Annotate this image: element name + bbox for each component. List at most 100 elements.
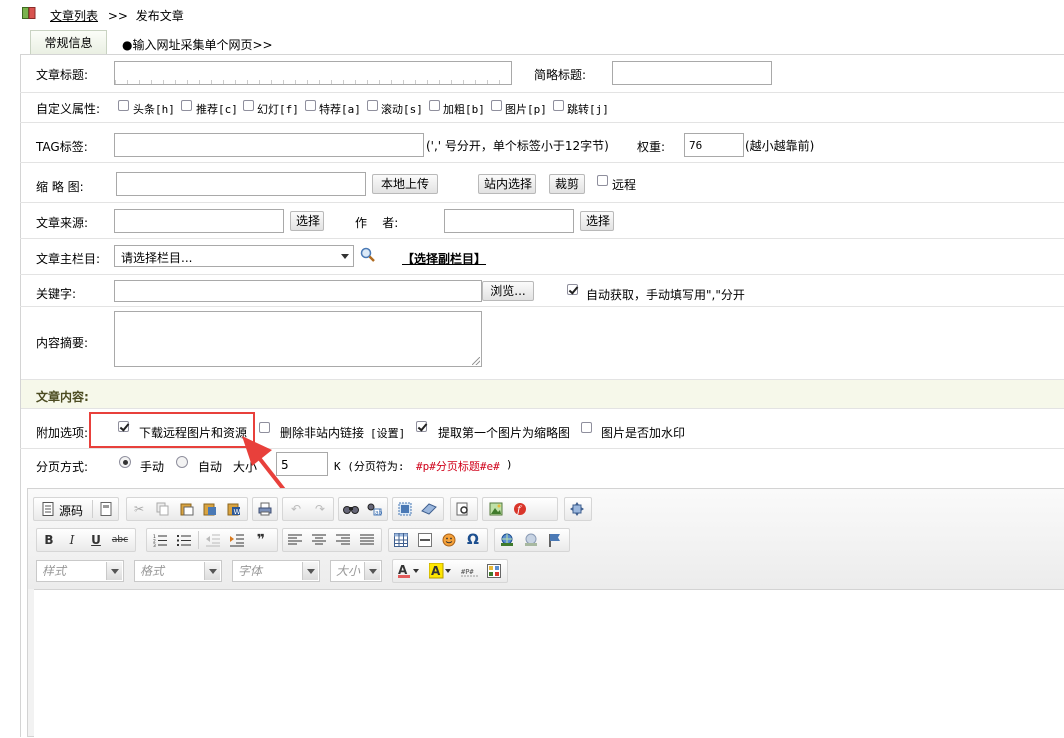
align-center-icon[interactable] (309, 530, 329, 550)
indent-icon[interactable] (227, 530, 247, 550)
smiley-icon[interactable] (439, 530, 459, 550)
attr-checkbox-b[interactable] (429, 100, 440, 111)
print-icon[interactable] (255, 499, 275, 519)
anchor-flag-icon[interactable] (545, 530, 565, 550)
author-input[interactable] (444, 209, 574, 233)
style-combo[interactable]: 样式 (36, 560, 124, 582)
attr-label-s: 滚动[s] (381, 103, 423, 116)
breadcrumb-list-link[interactable]: 文章列表 (50, 9, 98, 23)
attr-checkbox-c[interactable] (181, 100, 192, 111)
column-select[interactable]: 请选择栏目... (114, 245, 354, 267)
attr-label-b: 加粗[b] (443, 103, 485, 116)
undo-icon[interactable]: ↶ (286, 499, 306, 519)
svg-text:A: A (431, 564, 441, 578)
tab-general[interactable]: 常规信息 (30, 30, 107, 55)
remote-checkbox[interactable] (597, 175, 608, 186)
table-icon[interactable] (391, 530, 411, 550)
paste-text-icon[interactable] (200, 499, 220, 519)
sub-column-link[interactable]: 【选择副栏目】 (402, 250, 486, 267)
bulleted-list-icon[interactable] (174, 530, 194, 550)
paging-auto-radio[interactable] (176, 456, 188, 468)
attr-checkbox-s[interactable] (367, 100, 378, 111)
image-icon[interactable] (486, 499, 506, 519)
editor-content-area[interactable] (34, 589, 1064, 738)
title-label: 文章标题: (36, 68, 89, 82)
first-thumb-checkbox[interactable] (416, 421, 427, 432)
text-color-icon[interactable]: A (396, 561, 422, 581)
copy-icon[interactable] (153, 499, 173, 519)
bold-icon[interactable]: B (39, 530, 59, 550)
author-select-button[interactable]: 选择 (580, 211, 614, 231)
attr-checkbox-p[interactable] (491, 100, 502, 111)
settings-link[interactable]: [设置] (370, 425, 405, 441)
breadcrumb: 文章列表 >> 发布文章 (50, 7, 184, 24)
crop-button[interactable]: 裁剪 (549, 174, 585, 194)
italic-icon[interactable]: I (62, 530, 82, 550)
tab-collect-url[interactable]: ●输入网址采集单个网页>> (122, 36, 273, 53)
font-combo[interactable]: 字体 (232, 560, 320, 582)
attr-checkbox-f[interactable] (243, 100, 254, 111)
site-select-button[interactable]: 站内选择 (478, 174, 536, 194)
local-upload-button[interactable]: 本地上传 (372, 174, 438, 194)
redo-icon[interactable]: ↷ (310, 499, 330, 519)
keywords-label: 关键字: (36, 287, 77, 301)
replace-icon[interactable]: ab (364, 499, 384, 519)
editor (27, 488, 1064, 738)
source-select-button[interactable]: 选择 (290, 211, 324, 231)
watermark-checkbox[interactable] (581, 422, 592, 433)
attr-checkbox-j[interactable] (553, 100, 564, 111)
auto-keywords-checkbox[interactable] (567, 284, 578, 295)
auto-keywords-label: 自动获取，手动填写用","分开 (586, 288, 745, 302)
format-combo[interactable]: 格式 (134, 560, 222, 582)
attr-label-p: 图片[p] (505, 103, 547, 116)
source-label: 文章来源: (36, 216, 89, 230)
cut-icon[interactable]: ✂ (129, 499, 149, 519)
numbered-list-icon[interactable]: 123 (150, 530, 170, 550)
blockquote-icon[interactable]: ❞ (251, 530, 271, 550)
maximize-icon[interactable] (567, 499, 587, 519)
bg-color-icon[interactable]: A (428, 561, 454, 581)
flash-icon[interactable]: f (510, 499, 530, 519)
breadcrumb-current: 发布文章 (135, 9, 184, 23)
column-label: 文章主栏目: (36, 252, 101, 266)
paste-word-icon[interactable]: W (224, 499, 244, 519)
resize-handle-icon[interactable] (472, 357, 480, 365)
browse-button[interactable]: 浏览... (482, 281, 534, 301)
special-char-icon[interactable]: Ω (463, 530, 483, 550)
paging-manual-label: 手动 (140, 460, 165, 474)
media-grid-icon[interactable] (484, 561, 504, 581)
keywords-input[interactable] (114, 280, 482, 302)
search-icon[interactable] (360, 247, 376, 263)
preview-icon[interactable] (453, 499, 473, 519)
strikethrough-icon[interactable]: abc (110, 530, 130, 550)
outdent-icon[interactable] (203, 530, 223, 550)
eraser-icon[interactable] (419, 499, 439, 519)
templates-icon[interactable] (96, 499, 116, 519)
find-icon[interactable] (341, 499, 361, 519)
unlink-icon[interactable] (521, 530, 541, 550)
page-break-icon[interactable]: #P# (460, 561, 480, 581)
size-close: ) (506, 458, 513, 471)
underline-icon[interactable]: U (86, 530, 106, 550)
short-title-input[interactable] (612, 61, 772, 85)
select-all-icon[interactable] (395, 499, 415, 519)
paste-icon[interactable] (177, 499, 197, 519)
link-icon[interactable] (497, 530, 517, 550)
source-input[interactable] (114, 209, 284, 233)
horizontal-rule-icon[interactable] (415, 530, 435, 550)
attr-checkbox-a[interactable] (305, 100, 316, 111)
summary-textarea[interactable] (114, 311, 482, 367)
svg-text:3: 3 (153, 543, 156, 547)
tag-input[interactable] (114, 133, 424, 157)
align-left-icon[interactable] (285, 530, 305, 550)
title-input[interactable] (114, 61, 512, 85)
align-right-icon[interactable] (333, 530, 353, 550)
paging-manual-radio[interactable] (119, 456, 131, 468)
attr-checkbox-h[interactable] (118, 100, 129, 111)
svg-text:#P#: #P# (461, 568, 474, 576)
weight-input[interactable]: 76 (684, 133, 744, 157)
align-justify-icon[interactable] (357, 530, 377, 550)
thumb-input[interactable] (116, 172, 366, 196)
size-combo[interactable]: 大小 (330, 560, 382, 582)
source-button[interactable]: 源码 (59, 502, 83, 519)
